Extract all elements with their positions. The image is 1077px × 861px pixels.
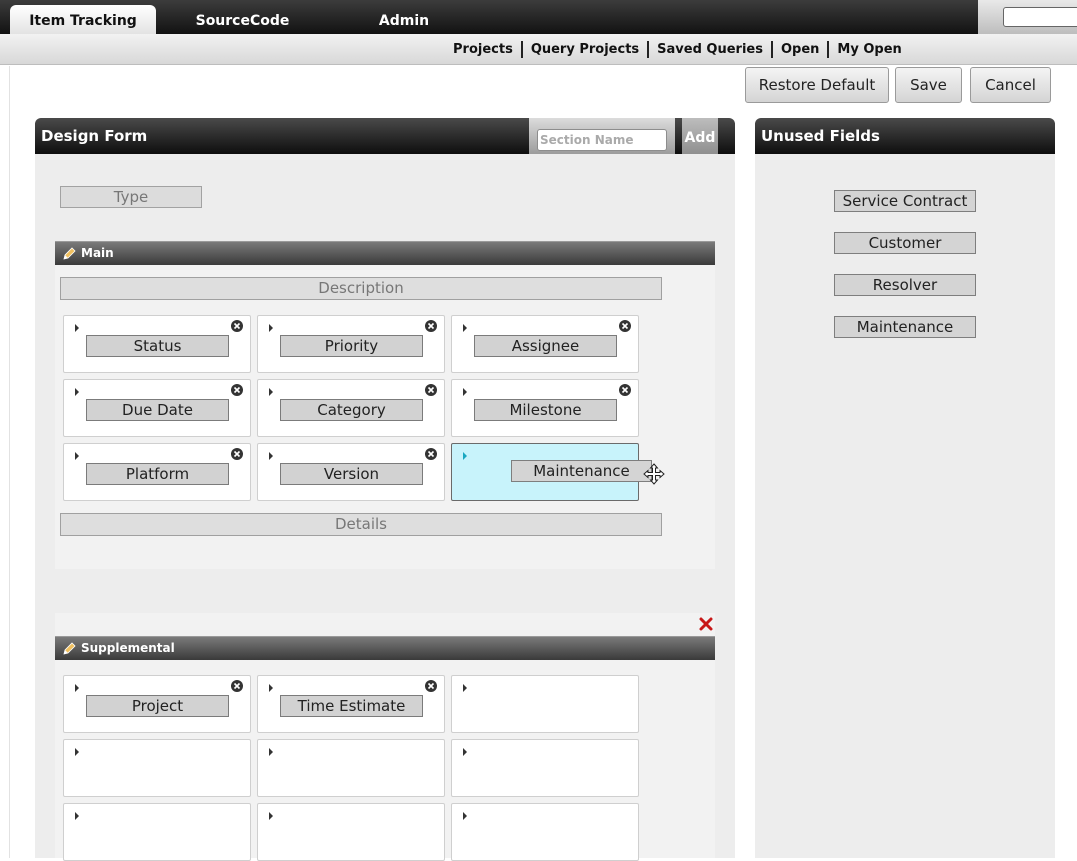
unused-field-customer[interactable]: Customer [834,232,976,254]
type-field[interactable]: Type [60,186,202,208]
expand-arrow-icon[interactable] [269,748,273,756]
field-cell[interactable]: Time Estimate [257,675,445,733]
expand-arrow-icon[interactable] [463,812,467,820]
field-category[interactable]: Category [280,399,423,421]
cancel-button[interactable]: Cancel [970,67,1051,103]
remove-field-icon[interactable] [619,384,631,396]
restore-default-button[interactable]: Restore Default [745,67,889,103]
expand-arrow-icon[interactable] [75,748,79,756]
top-search-area [978,0,1077,34]
field-cell[interactable]: Priority [257,315,445,373]
empty-field-cell[interactable] [257,739,445,797]
remove-field-icon[interactable] [231,384,243,396]
remove-field-icon[interactable] [425,384,437,396]
expand-arrow-icon[interactable] [463,388,467,396]
save-button[interactable]: Save [895,67,962,103]
expand-arrow-icon[interactable] [75,812,79,820]
main-section-bar: Main [55,241,715,265]
field-cell[interactable]: Category [257,379,445,437]
field-platform[interactable]: Platform [86,463,229,485]
field-status[interactable]: Status [86,335,229,357]
move-cursor-icon [643,463,665,485]
field-assignee[interactable]: Assignee [474,335,617,357]
empty-field-cell[interactable] [63,739,251,797]
remove-field-icon[interactable] [231,320,243,332]
expand-arrow-icon[interactable] [269,812,273,820]
field-cell[interactable]: Version [257,443,445,501]
field-milestone[interactable]: Milestone [474,399,617,421]
field-project[interactable]: Project [86,695,229,717]
tab-admin[interactable]: Admin [370,5,438,34]
page-border [9,66,10,858]
field-cell[interactable]: Platform [63,443,251,501]
remove-field-icon[interactable] [425,448,437,460]
field-cell[interactable]: Project [63,675,251,733]
field-version[interactable]: Version [280,463,423,485]
description-field[interactable]: Description [60,277,662,300]
remove-field-icon[interactable] [231,680,243,692]
tab-item-tracking[interactable]: Item Tracking [10,5,156,34]
unused-field-service-contract[interactable]: Service Contract [834,190,976,212]
section-name-box: Section Name [529,118,675,154]
subnav-projects[interactable]: Projects [445,42,521,57]
expand-arrow-icon[interactable] [269,324,273,332]
supplemental-section-title: Supplemental [81,641,175,655]
unused-fields-title: Unused Fields [761,127,880,145]
top-tab-bar: Item Tracking SourceCode Control Admin [0,0,1077,61]
unused-field-resolver[interactable]: Resolver [834,274,976,296]
dragging-field-maintenance[interactable]: Maintenance [511,460,652,482]
empty-field-cell[interactable] [451,675,639,733]
field-time-estimate[interactable]: Time Estimate [280,695,423,717]
field-priority[interactable]: Priority [280,335,423,357]
expand-arrow-icon[interactable] [75,452,79,460]
expand-arrow-icon[interactable] [463,684,467,692]
field-cell[interactable]: Assignee [451,315,639,373]
supplemental-section: Supplemental Project Time Estimate [55,613,715,861]
field-due-date[interactable]: Due Date [86,399,229,421]
details-field[interactable]: Details [60,513,662,536]
empty-field-cell[interactable] [63,803,251,861]
subnav-my-open[interactable]: My Open [829,42,909,57]
unused-fields-header: Unused Fields [755,118,1055,154]
delete-section-icon[interactable] [698,616,714,632]
subnav-open[interactable]: Open [773,42,827,57]
main-section-title: Main [81,246,114,260]
expand-arrow-icon[interactable] [463,452,467,460]
expand-arrow-icon[interactable] [75,324,79,332]
sub-navigation: Projects Query Projects Saved Queries Op… [0,34,1077,65]
field-cell[interactable]: Due Date [63,379,251,437]
supplemental-section-bar: Supplemental [55,636,715,660]
field-cell[interactable]: Milestone [451,379,639,437]
pencil-icon[interactable] [61,641,77,657]
design-form-header: Design Form Section Name Add [35,118,735,154]
empty-field-cell[interactable] [451,739,639,797]
remove-field-icon[interactable] [425,680,437,692]
tab-sourcecode-control[interactable]: SourceCode Control [165,5,320,61]
main-section: Main Description Status Priority Assigne… [55,241,715,569]
subnav-saved-queries[interactable]: Saved Queries [649,42,771,57]
remove-field-icon[interactable] [231,448,243,460]
expand-arrow-icon[interactable] [463,748,467,756]
unused-field-maintenance[interactable]: Maintenance [834,316,976,338]
empty-field-cell[interactable] [257,803,445,861]
section-name-input[interactable]: Section Name [537,129,667,151]
remove-field-icon[interactable] [619,320,631,332]
expand-arrow-icon[interactable] [75,388,79,396]
design-form-title: Design Form [41,127,148,145]
unused-fields-body [755,154,1055,858]
expand-arrow-icon[interactable] [269,452,273,460]
empty-field-cell[interactable] [451,803,639,861]
expand-arrow-icon[interactable] [75,684,79,692]
field-cell[interactable]: Status [63,315,251,373]
remove-field-icon[interactable] [425,320,437,332]
expand-arrow-icon[interactable] [269,388,273,396]
expand-arrow-icon[interactable] [463,324,467,332]
add-section-button[interactable]: Add [682,118,718,154]
pencil-icon[interactable] [61,246,77,262]
subnav-query-projects[interactable]: Query Projects [523,42,647,57]
expand-arrow-icon[interactable] [269,684,273,692]
top-search-input[interactable] [1003,7,1077,27]
